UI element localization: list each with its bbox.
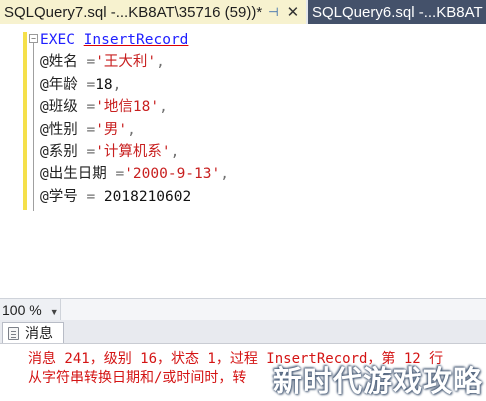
code-token-punc: , xyxy=(112,76,122,93)
code-token-proc: InsertRecord xyxy=(83,32,189,48)
tab-messages[interactable]: 消息 xyxy=(2,322,64,343)
code-token-punc: = xyxy=(86,188,96,205)
tab-label: SQLQuery6.sql -...KB8AT xyxy=(312,3,483,21)
code-token-var: @学号 xyxy=(40,188,87,205)
chevron-down-icon[interactable]: ▼ xyxy=(50,307,59,317)
document-tab-bar: SQLQuery7.sql -...KB8AT\35716 (59))* ⊣ ✕… xyxy=(0,0,486,24)
code-token-punc: = xyxy=(86,121,96,138)
change-tracking-bar xyxy=(23,32,27,210)
message-icon xyxy=(8,326,19,340)
zoom-value: 100 % xyxy=(2,301,42,318)
collapse-icon[interactable]: − xyxy=(29,34,38,43)
code-token-punc: , xyxy=(170,143,180,160)
code-token-punc: , xyxy=(127,121,136,138)
horizontal-scrollbar[interactable] xyxy=(60,299,486,320)
code-token-punc: = xyxy=(86,76,96,93)
code-line[interactable]: @学号 = 2018210602 xyxy=(40,186,229,208)
code-token-punc: , xyxy=(156,54,165,71)
code-token-str: '男' xyxy=(95,121,128,138)
results-tab-bar: 消息 xyxy=(0,320,486,344)
error-message-line: 从字符串转换日期和/或时间时，转 xyxy=(28,370,247,386)
fold-guide-line xyxy=(33,43,34,211)
code-line[interactable]: @班级 ='地信18', xyxy=(40,96,229,118)
tab-sqlquery6[interactable]: SQLQuery6.sql -...KB8AT ⊣ xyxy=(308,0,486,24)
code-token-punc: = xyxy=(86,54,96,71)
code-line[interactable]: EXEC InsertRecord xyxy=(40,29,229,51)
tab-sqlquery7[interactable]: SQLQuery7.sql -...KB8AT\35716 (59))* ⊣ ✕ xyxy=(0,0,306,24)
query-editor[interactable]: − EXEC InsertRecord @姓名 ='王大利', @年龄 =18, @班… xyxy=(0,24,486,298)
code-line[interactable]: @出生日期 ='2000-9-13', xyxy=(40,163,229,185)
code-token-var: @姓名 xyxy=(40,54,87,71)
code-token-punc: , xyxy=(220,166,229,183)
pin-icon[interactable]: ⊣ xyxy=(268,5,278,19)
code-token-var xyxy=(75,32,84,48)
code-token-punc: = xyxy=(86,143,96,160)
code-token-var: @年龄 xyxy=(40,76,87,93)
code-token-var: @性别 xyxy=(40,121,87,138)
code-line[interactable]: @年龄 =18, xyxy=(40,74,229,96)
code-token-punc: = xyxy=(115,166,125,183)
code-line[interactable]: @系别 ='计算机系', xyxy=(40,141,229,163)
code-token-var: @系别 xyxy=(40,143,87,160)
code-token-var: @出生日期 xyxy=(40,166,116,183)
watermark-text: 新时代游戏攻略 xyxy=(273,364,484,398)
code-token-num: 18 xyxy=(95,76,113,93)
tab-messages-label: 消息 xyxy=(25,325,53,341)
code-token-kw: EXEC xyxy=(40,32,75,48)
code-token-punc: = xyxy=(86,99,96,116)
code-token-num: 2018210602 xyxy=(95,188,192,205)
tab-label: SQLQuery7.sql -...KB8AT\35716 (59))* xyxy=(4,3,263,21)
code-token-str: '2000-9-13' xyxy=(124,166,221,183)
code-line[interactable]: @性别 ='男', xyxy=(40,119,229,141)
sql-code[interactable]: EXEC InsertRecord @姓名 ='王大利', @年龄 =18, @班级 … xyxy=(40,29,229,208)
code-token-str: '地信18' xyxy=(95,99,160,116)
code-token-str: '计算机系' xyxy=(95,143,171,160)
code-token-str: '王大利' xyxy=(95,54,157,71)
code-token-punc: , xyxy=(159,99,168,116)
code-line[interactable]: @姓名 ='王大利', xyxy=(40,51,229,73)
zoom-level-select[interactable]: 100 % ▼ xyxy=(2,302,59,318)
code-token-var: @班级 xyxy=(40,99,87,116)
close-icon[interactable]: ✕ xyxy=(287,3,300,21)
editor-margin xyxy=(0,24,22,298)
zoom-bar: 100 % ▼ xyxy=(0,298,486,320)
